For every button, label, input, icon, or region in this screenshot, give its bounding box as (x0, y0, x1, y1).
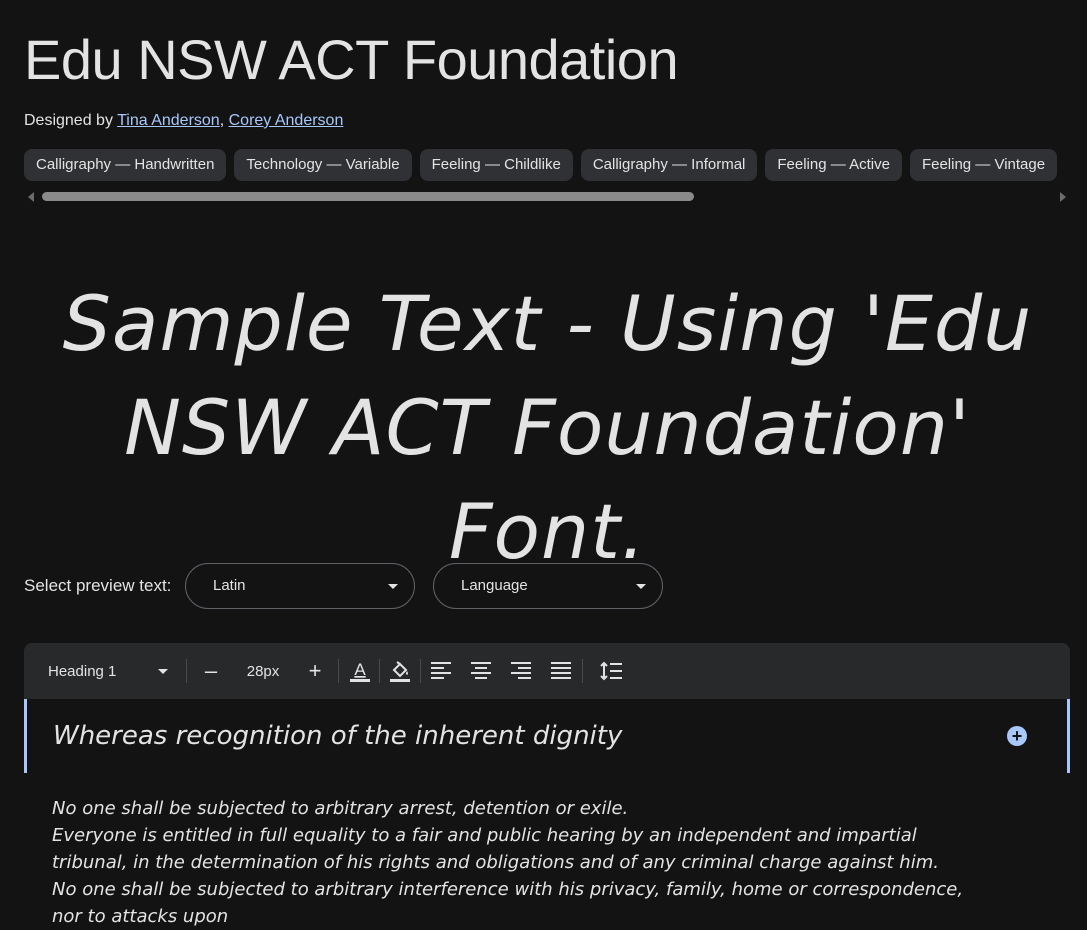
svg-text:A: A (354, 660, 366, 679)
tag-chip[interactable]: Calligraphy — Informal (580, 149, 758, 181)
editor-heading-text[interactable]: Whereas recognition of the inherent dign… (53, 719, 622, 753)
designer-link-corey-anderson[interactable]: Corey Anderson (229, 112, 344, 129)
script-select[interactable]: Latin (185, 563, 415, 609)
line-spacing-icon[interactable] (598, 643, 624, 699)
tag-chip[interactable]: Technology — Variable (234, 149, 412, 181)
editor-paragraph[interactable]: Everyone is entitled in full equality to… (52, 822, 982, 876)
text-color-icon[interactable]: A (346, 643, 374, 699)
editor-body[interactable]: No one shall be subjected to arbitrary a… (52, 795, 982, 930)
scroll-right-icon[interactable] (1060, 192, 1066, 202)
toolbar-divider (420, 659, 421, 683)
font-size-value[interactable]: 28px (238, 643, 288, 699)
tag-chip[interactable]: Calligraphy — Handwritten (24, 149, 227, 181)
toolbar-divider (186, 659, 187, 683)
increase-size-button[interactable]: + (302, 643, 328, 699)
chevron-down-icon (388, 584, 398, 589)
align-justify-icon[interactable] (548, 643, 574, 699)
scroll-thumb[interactable] (42, 192, 694, 201)
align-right-icon[interactable] (508, 643, 534, 699)
designer-separator: , (219, 112, 225, 129)
toolbar-divider (582, 659, 583, 683)
tag-scrollbar[interactable] (24, 189, 1070, 203)
tag-chip-row: Calligraphy — Handwritten Technology — V… (24, 149, 1062, 181)
chevron-down-icon (158, 669, 168, 674)
editor-heading-block[interactable]: Whereas recognition of the inherent dign… (24, 699, 1070, 773)
tag-chip[interactable]: Feeling — Childlike (419, 149, 573, 181)
editor-toolbar: Heading 1 – 28px + A (24, 643, 1070, 699)
editor-paragraph[interactable]: No one shall be subjected to arbitrary a… (52, 795, 982, 822)
designed-by-label: Designed by (24, 112, 113, 129)
text-style-value: Heading 1 (48, 662, 117, 680)
toolbar-divider (338, 659, 339, 683)
fill-color-icon[interactable] (386, 643, 414, 699)
toolbar-divider (379, 659, 380, 683)
chevron-down-icon (636, 584, 646, 589)
add-block-icon[interactable]: + (1007, 726, 1027, 746)
script-select-value: Latin (213, 577, 246, 594)
text-style-select[interactable]: Heading 1 (48, 643, 168, 699)
font-title: Edu NSW ACT Foundation (24, 28, 679, 91)
sample-text-preview[interactable]: Sample Text - Using 'Edu NSW ACT Foundat… (60, 272, 1035, 584)
scroll-left-icon[interactable] (28, 192, 34, 202)
tag-chip[interactable]: Feeling — Active (765, 149, 902, 181)
language-select-value: Language (461, 577, 528, 594)
editor-paragraph[interactable]: No one shall be subjected to arbitrary i… (52, 876, 982, 930)
language-select[interactable]: Language (433, 563, 663, 609)
decrease-size-button[interactable]: – (198, 643, 224, 699)
align-center-icon[interactable] (468, 643, 494, 699)
tag-chip[interactable]: Feeling — Vintage (909, 149, 1058, 181)
preview-text-label: Select preview text: (24, 576, 172, 595)
designer-credits: Designed by Tina Anderson, Corey Anderso… (24, 110, 343, 132)
align-left-icon[interactable] (428, 643, 454, 699)
designer-link-tina-anderson[interactable]: Tina Anderson (117, 112, 220, 129)
